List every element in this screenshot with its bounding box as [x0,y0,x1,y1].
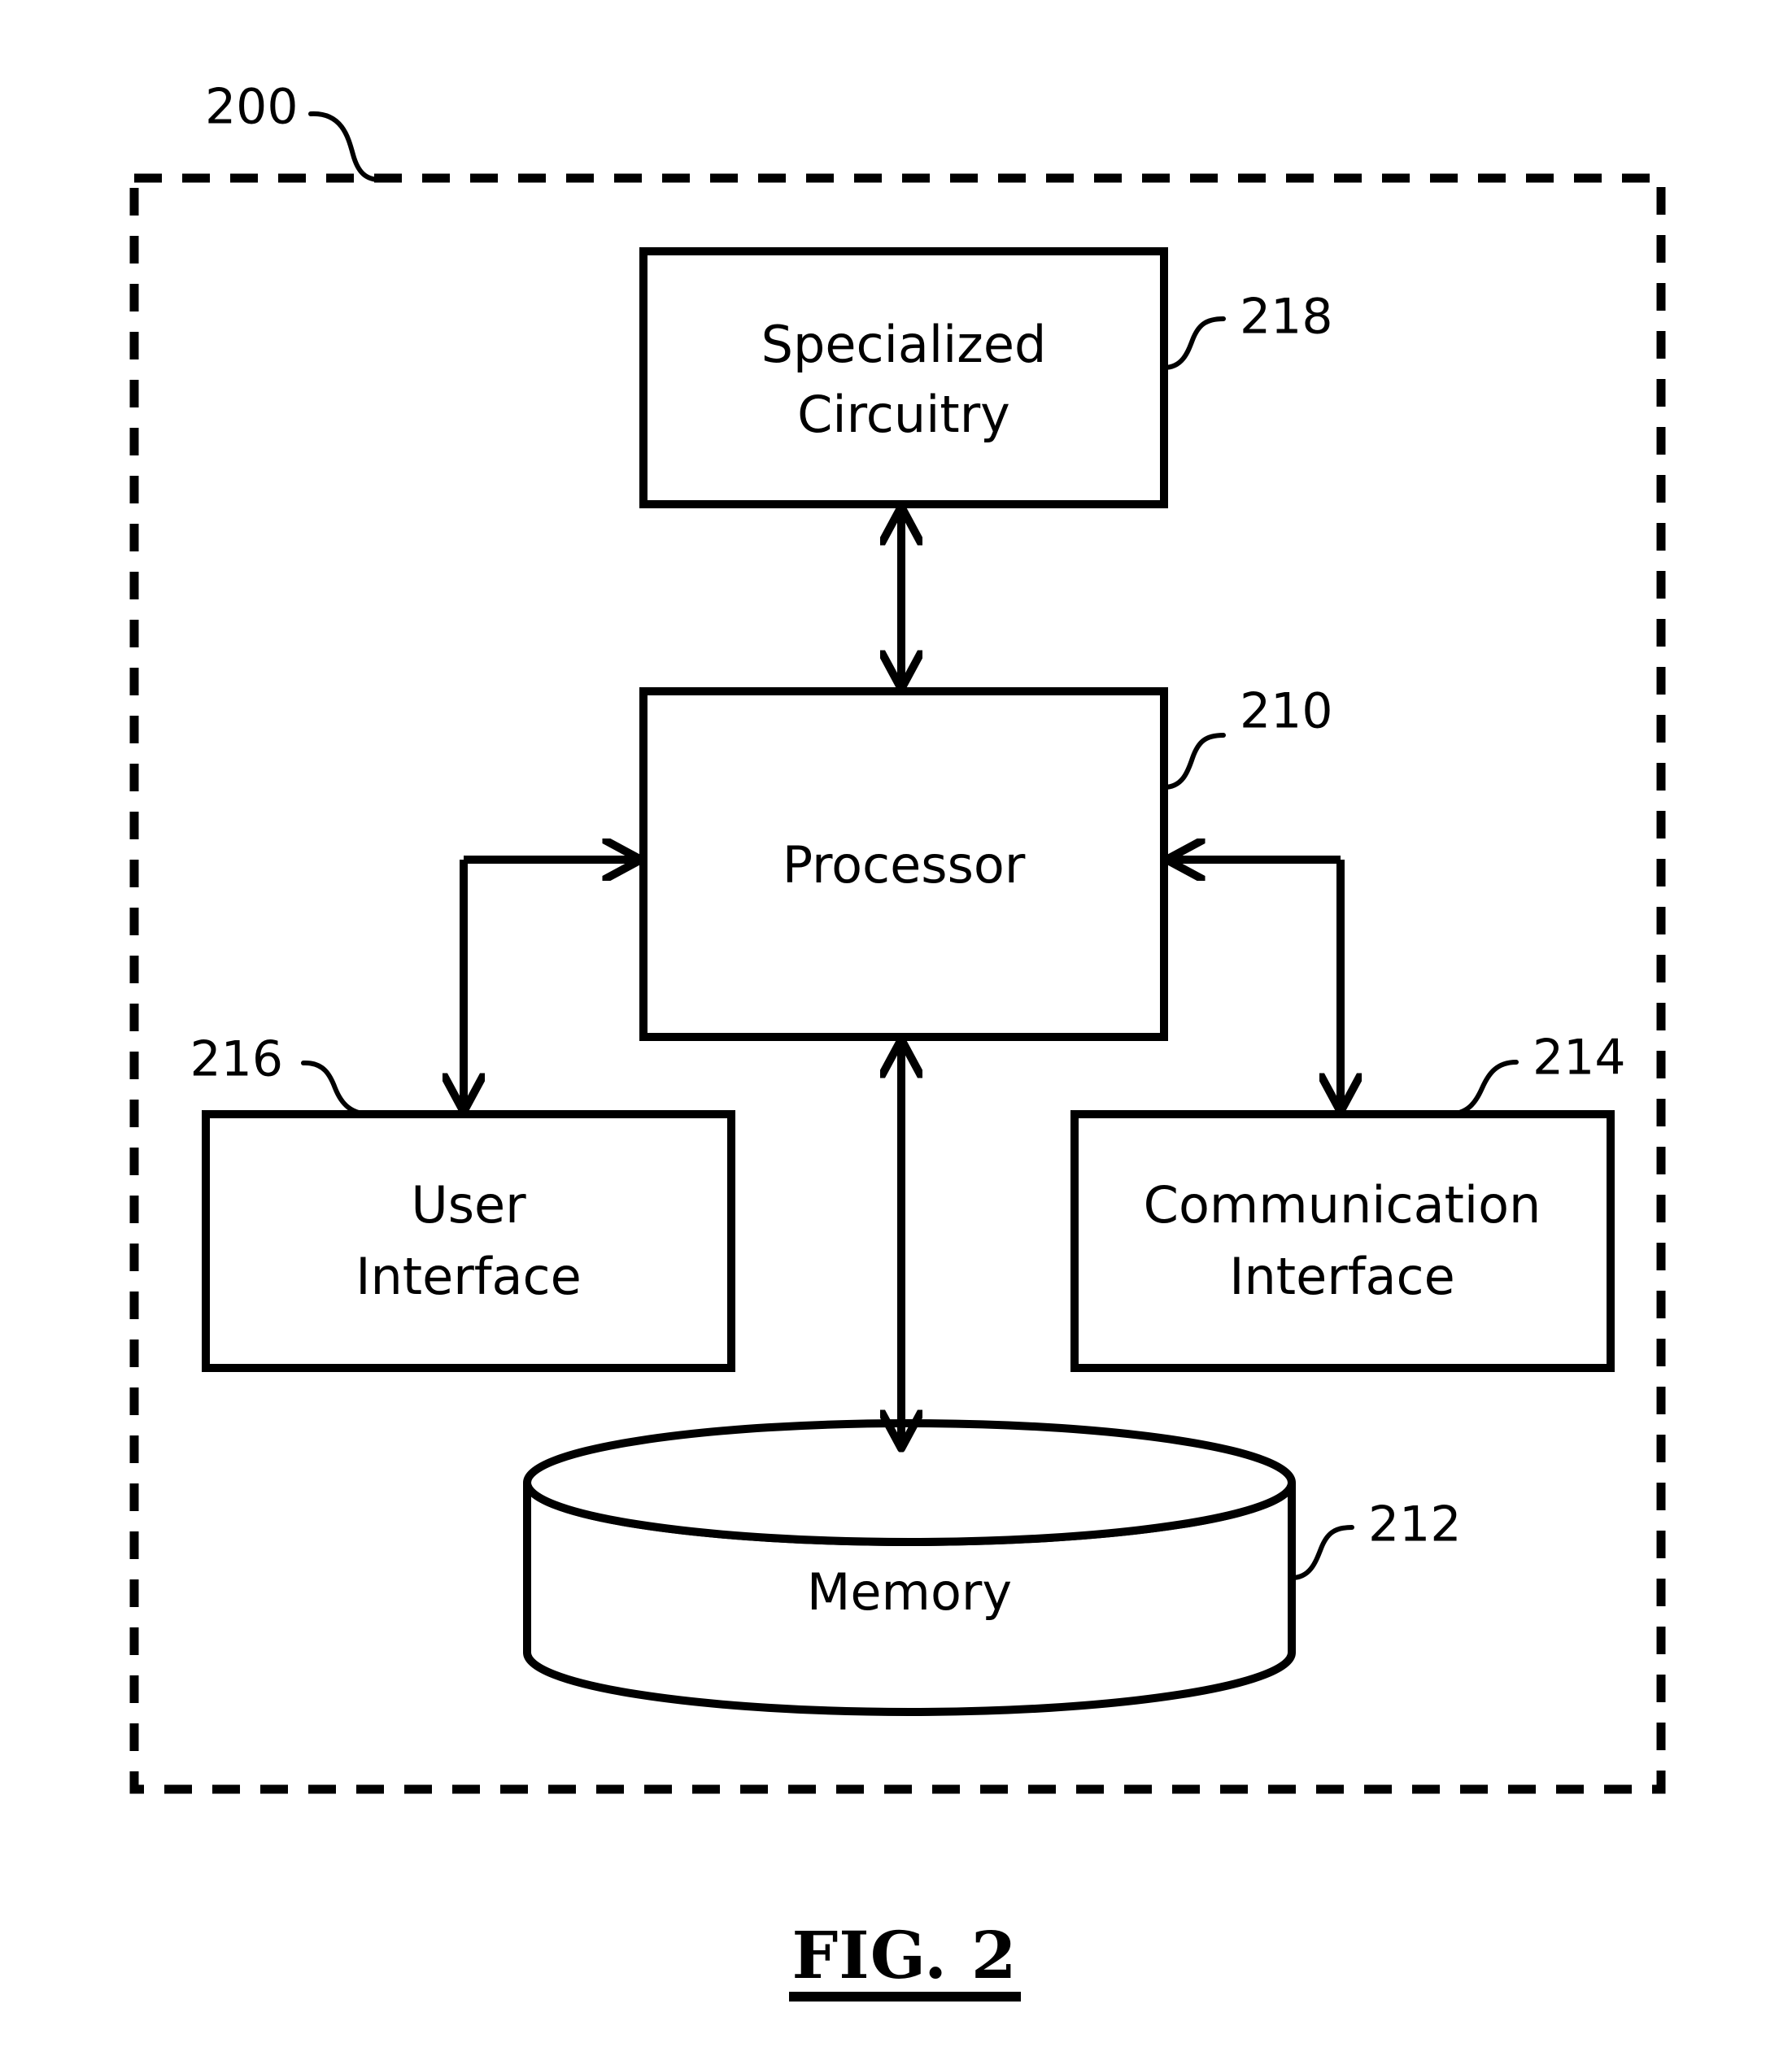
block-label-user-interface-line1: User [411,1175,526,1235]
block-label-memory: Memory [807,1562,1012,1622]
figure-caption: FIG. 2 [791,1917,1017,1993]
block-diagram-canvas: 200 Specialized Circuitry 218 Processor … [129,79,1666,2002]
patent-figure: 200 Specialized Circuitry 218 Processor … [0,0,1792,2056]
block-label-specialized-circuitry-line2: Circuitry [797,385,1010,444]
block-label-processor: Processor [783,835,1026,895]
ref-numeral-200: 200 [205,79,299,136]
leader-line-212 [1289,1525,1354,1580]
block-label-user-interface-line2: Interface [355,1247,582,1306]
block-specialized-circuitry[interactable] [639,247,1168,508]
leader-line-214 [1445,1060,1519,1117]
leader-line-216 [301,1060,373,1117]
block-user-interface[interactable] [202,1110,735,1372]
leader-line-218 [1162,316,1226,370]
block-label-communication-interface-line2: Interface [1229,1247,1455,1306]
ref-numeral-216: 216 [190,1031,283,1088]
block-label-specialized-circuitry-line1: Specialized [761,315,1047,374]
ref-numeral-212: 212 [1368,1496,1462,1553]
block-memory-top-ellipse [523,1419,1296,1546]
ref-numeral-214: 214 [1533,1030,1626,1087]
ref-numeral-218: 218 [1240,289,1333,346]
leader-line-200 [308,111,385,183]
block-label-communication-interface-line1: Communication [1144,1175,1541,1235]
leader-line-210 [1162,733,1226,790]
block-communication-interface[interactable] [1070,1110,1615,1372]
ref-numeral-210: 210 [1240,683,1333,740]
